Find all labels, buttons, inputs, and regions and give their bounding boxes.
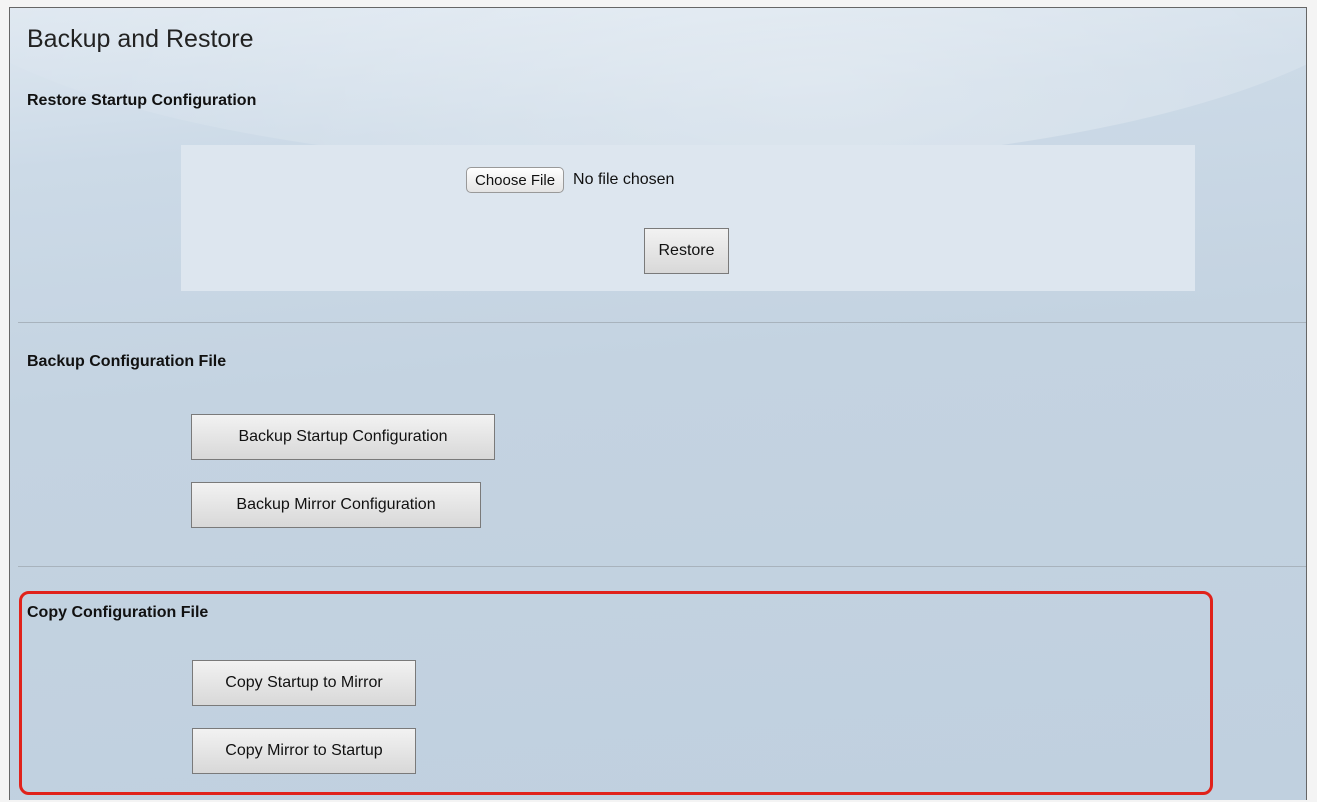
copy-startup-to-mirror-button[interactable]: Copy Startup to Mirror bbox=[192, 660, 416, 706]
restore-button[interactable]: Restore bbox=[644, 228, 729, 274]
copy-section-title: Copy Configuration File bbox=[27, 604, 209, 621]
copy-mirror-to-startup-button[interactable]: Copy Mirror to Startup bbox=[192, 728, 416, 774]
content-frame: Backup and Restore Restore Startup Confi… bbox=[9, 7, 1307, 800]
file-status-text: No file chosen bbox=[573, 171, 675, 188]
page-title: Backup and Restore bbox=[27, 25, 254, 53]
backup-section-title: Backup Configuration File bbox=[27, 353, 227, 370]
restore-section-title: Restore Startup Configuration bbox=[27, 92, 257, 109]
backup-startup-button[interactable]: Backup Startup Configuration bbox=[191, 414, 495, 460]
restore-panel: Choose File No file chosen Restore bbox=[181, 145, 1195, 291]
backup-mirror-button[interactable]: Backup Mirror Configuration bbox=[191, 482, 481, 528]
section-divider bbox=[18, 566, 1306, 567]
choose-file-button[interactable]: Choose File bbox=[466, 167, 565, 193]
file-picker: Choose File No file chosen bbox=[466, 167, 674, 193]
section-divider bbox=[18, 322, 1306, 323]
